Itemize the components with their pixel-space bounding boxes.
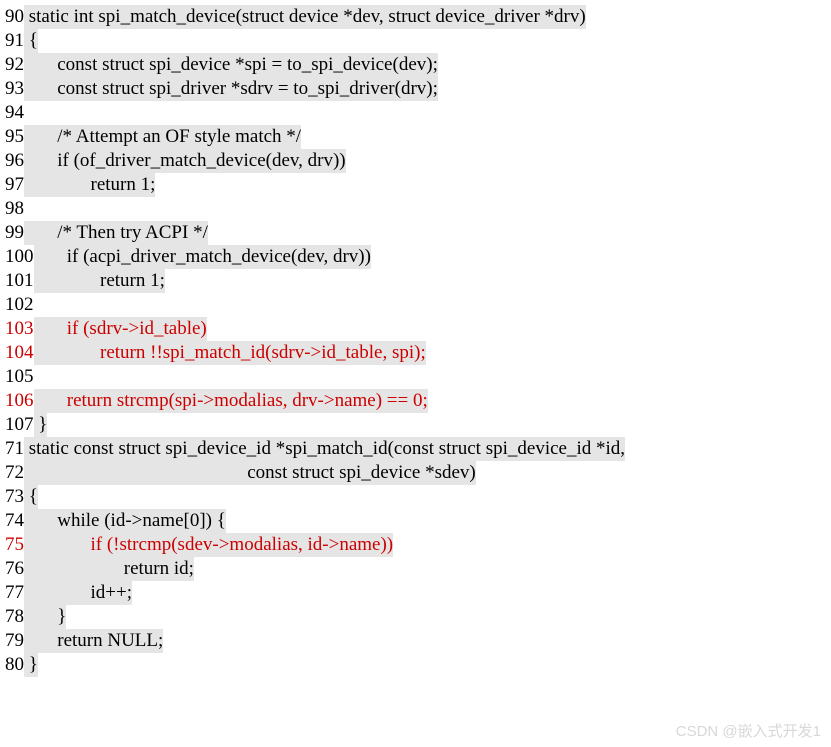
line-number: 96: [5, 149, 24, 173]
code-text: /* Attempt an OF style match */: [24, 125, 301, 149]
code-listing: 90 static int spi_match_device(struct de…: [5, 5, 826, 677]
line-number: 92: [5, 53, 24, 77]
code-text: while (id->name[0]) {: [24, 509, 226, 533]
code-text: return strcmp(spi->modalias, drv->name) …: [34, 389, 428, 413]
line-number: 101: [5, 269, 34, 293]
code-text: {: [24, 29, 38, 53]
code-line: 98: [5, 197, 826, 221]
line-number: 97: [5, 173, 24, 197]
watermark: CSDN @嵌入式开发1: [676, 720, 821, 741]
code-text: }: [34, 413, 48, 437]
code-text: if (of_driver_match_device(dev, drv)): [24, 149, 346, 173]
line-number: 106: [5, 389, 34, 413]
code-line: 78 }: [5, 605, 826, 629]
code-line: 100 if (acpi_driver_match_device(dev, dr…: [5, 245, 826, 269]
code-line: 97 return 1;: [5, 173, 826, 197]
line-number: 72: [5, 461, 24, 485]
code-line: 71 static const struct spi_device_id *sp…: [5, 437, 826, 461]
line-number: 90: [5, 5, 24, 29]
line-number: 103: [5, 317, 34, 341]
code-text: id++;: [24, 581, 132, 605]
code-line: 90 static int spi_match_device(struct de…: [5, 5, 826, 29]
code-text: if (sdrv->id_table): [34, 317, 207, 341]
line-number: 71: [5, 437, 24, 461]
code-text: /* Then try ACPI */: [24, 221, 208, 245]
line-number: 75: [5, 533, 24, 557]
code-line: 74 while (id->name[0]) {: [5, 509, 826, 533]
code-line: 101 return 1;: [5, 269, 826, 293]
line-number: 107: [5, 413, 34, 437]
line-number: 104: [5, 341, 34, 365]
line-number: 99: [5, 221, 24, 245]
code-line: 107 }: [5, 413, 826, 437]
line-number: 98: [5, 197, 24, 221]
code-line: 92 const struct spi_device *spi = to_spi…: [5, 53, 826, 77]
code-text: return NULL;: [24, 629, 163, 653]
code-text: return 1;: [34, 269, 165, 293]
code-text: if (!strcmp(sdev->modalias, id->name)): [24, 533, 393, 557]
code-text: {: [24, 485, 38, 509]
code-text: const struct spi_driver *sdrv = to_spi_d…: [24, 77, 438, 101]
code-line: 77 id++;: [5, 581, 826, 605]
line-number: 79: [5, 629, 24, 653]
line-number: 80: [5, 653, 24, 677]
code-line: 73 {: [5, 485, 826, 509]
line-number: 73: [5, 485, 24, 509]
line-number: 74: [5, 509, 24, 533]
code-line: 91 {: [5, 29, 826, 53]
code-line: 96 if (of_driver_match_device(dev, drv)): [5, 149, 826, 173]
code-text: const struct spi_device *spi = to_spi_de…: [24, 53, 438, 77]
line-number: 95: [5, 125, 24, 149]
code-line: 105: [5, 365, 826, 389]
code-text: const struct spi_device *sdev): [24, 461, 476, 485]
line-number: 77: [5, 581, 24, 605]
line-number: 78: [5, 605, 24, 629]
code-text: static const struct spi_device_id *spi_m…: [24, 437, 625, 461]
code-line: 79 return NULL;: [5, 629, 826, 653]
code-line: 99 /* Then try ACPI */: [5, 221, 826, 245]
code-text: if (acpi_driver_match_device(dev, drv)): [34, 245, 371, 269]
code-text: return id;: [24, 557, 194, 581]
code-text: }: [24, 605, 66, 629]
line-number: 94: [5, 101, 24, 125]
line-number: 76: [5, 557, 24, 581]
code-line: 103 if (sdrv->id_table): [5, 317, 826, 341]
line-number: 102: [5, 293, 34, 317]
code-text: static int spi_match_device(struct devic…: [24, 5, 586, 29]
code-line: 93 const struct spi_driver *sdrv = to_sp…: [5, 77, 826, 101]
code-line: 76 return id;: [5, 557, 826, 581]
code-line: 72 const struct spi_device *sdev): [5, 461, 826, 485]
line-number: 100: [5, 245, 34, 269]
code-line: 75 if (!strcmp(sdev->modalias, id->name)…: [5, 533, 826, 557]
line-number: 93: [5, 77, 24, 101]
code-text: }: [24, 653, 38, 677]
code-line: 106 return strcmp(spi->modalias, drv->na…: [5, 389, 826, 413]
line-number: 105: [5, 365, 34, 389]
code-line: 80 }: [5, 653, 826, 677]
code-line: 95 /* Attempt an OF style match */: [5, 125, 826, 149]
line-number: 91: [5, 29, 24, 53]
code-line: 104 return !!spi_match_id(sdrv->id_table…: [5, 341, 826, 365]
code-line: 94: [5, 101, 826, 125]
code-text: return !!spi_match_id(sdrv->id_table, sp…: [34, 341, 426, 365]
code-line: 102: [5, 293, 826, 317]
code-text: return 1;: [24, 173, 155, 197]
